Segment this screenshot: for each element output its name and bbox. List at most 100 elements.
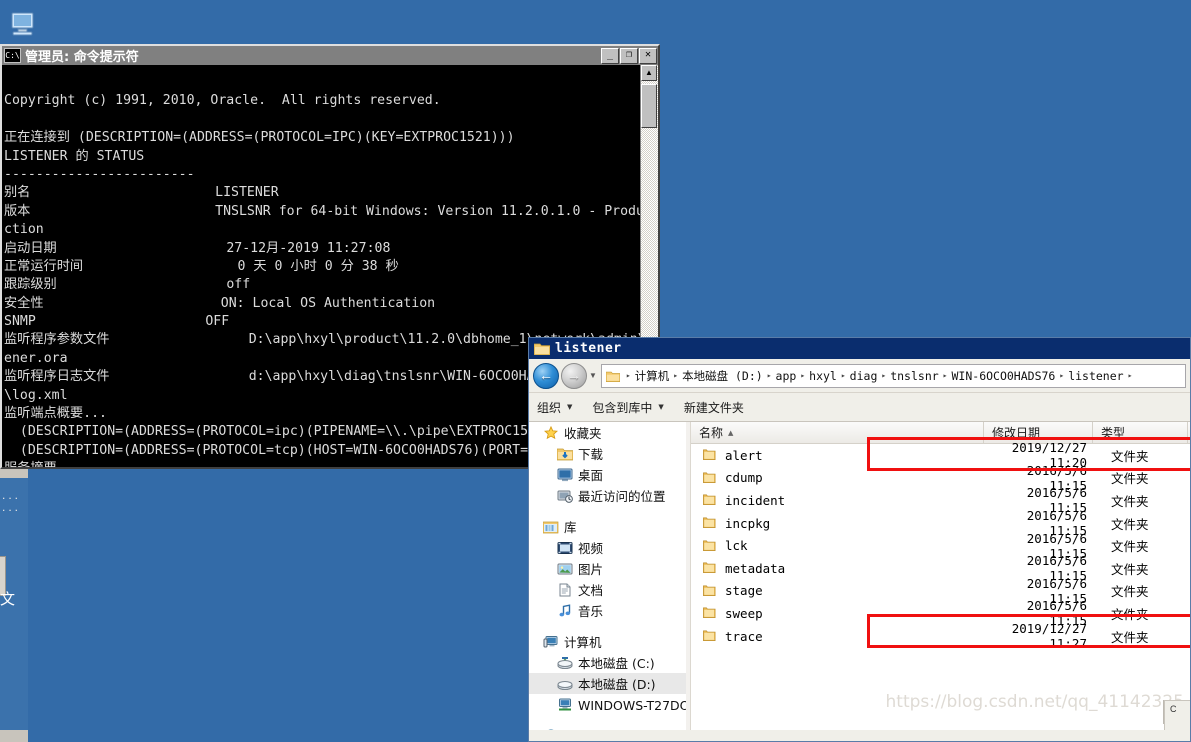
row-name-label: trace bbox=[725, 628, 763, 644]
nav-item-5[interactable]: 视频 bbox=[529, 537, 690, 558]
console-line-label: ener.ora bbox=[4, 350, 68, 366]
column-header-2[interactable]: 类型 bbox=[1093, 422, 1188, 443]
nav-item-2[interactable]: 桌面 bbox=[529, 464, 690, 485]
row-name-label: cdump bbox=[725, 470, 763, 486]
breadcrumb-item[interactable]: 计算机 bbox=[634, 368, 671, 384]
breadcrumb-separator[interactable]: ▸ bbox=[797, 371, 808, 380]
address-breadcrumb-input[interactable]: ▸ 计算机 ▸ 本地磁盘 (D:) ▸ app ▸ hxyl ▸ diag ▸ tnslsnr ▸ WI… bbox=[600, 363, 1186, 388]
breadcrumb-separator[interactable]: ▸ bbox=[670, 371, 681, 380]
table-row[interactable]: metadata 2016/5/6 11:15 文件夹 bbox=[691, 553, 1190, 583]
console-line-value: OFF bbox=[205, 314, 230, 330]
nav-item-3[interactable]: 最近访问的位置 bbox=[529, 485, 690, 506]
file-explorer-window[interactable]: listener ← → ▼ ▸ 计算机 ▸ 本地磁盘 (D:) ▸ app ▸ hxyl ▸… bbox=[528, 337, 1191, 742]
explorer-address-bar: ← → ▼ ▸ 计算机 ▸ 本地磁盘 (D:) ▸ app ▸ hxyl ▸ diag ▸ tnsl… bbox=[529, 359, 1190, 393]
breadcrumb-separator[interactable]: ▸ bbox=[838, 371, 849, 380]
breadcrumb-item[interactable]: 本地磁盘 (D:) bbox=[681, 368, 764, 384]
console-line: 正常运行时间 0 天 0 小时 0 分 38 秒 bbox=[4, 258, 640, 276]
breadcrumb-separator[interactable]: ▸ bbox=[878, 371, 889, 380]
forward-button[interactable]: → bbox=[561, 362, 587, 389]
scroll-up-arrow-icon[interactable]: ▲ bbox=[641, 65, 657, 81]
column-header-label: 名称 bbox=[699, 426, 724, 440]
computer-desktop-icon[interactable] bbox=[6, 8, 40, 42]
toolbar-button-2[interactable]: 新建文件夹 bbox=[684, 399, 744, 416]
folder-icon bbox=[702, 539, 717, 553]
nav-item-7[interactable]: 文档 bbox=[529, 579, 690, 600]
nav-item-4[interactable]: 库 bbox=[529, 516, 690, 537]
toolbar-button-label: 包含到库中 bbox=[592, 400, 653, 415]
explorer-navigation-pane[interactable]: 收藏夹 下载 桌面最近访问的位置库视频图片 文档 音乐计算机本地磁盘 (C:) 本地磁盘 … bbox=[529, 422, 691, 730]
breadcrumb-item[interactable]: tnslsnr bbox=[889, 369, 939, 383]
explorer-titlebar[interactable]: listener bbox=[529, 338, 1190, 359]
table-row[interactable]: incpkg 2016/5/6 11:15 文件夹 bbox=[691, 508, 1190, 538]
recent-places-icon bbox=[557, 489, 573, 503]
row-date-cell: 2019/12/27 11:27 bbox=[1011, 621, 1087, 652]
breadcrumb-item[interactable]: WIN-6OCO0HADS76 bbox=[951, 369, 1057, 383]
table-row[interactable]: incident 2016/5/6 11:15 文件夹 bbox=[691, 485, 1190, 515]
console-line-value: TNSLSNR for 64-bit Windows: Version 11.2… bbox=[215, 203, 640, 219]
navigation-pane-scrollbar[interactable] bbox=[686, 422, 690, 730]
table-row[interactable]: stage 2016/5/6 11:15 文件夹 bbox=[691, 576, 1190, 606]
explorer-file-list[interactable]: 名称 ▲ 修改日期 类型 alert 2019/12/27 11:20 文件夹 cdump 2… bbox=[691, 422, 1190, 730]
console-line-value: 0 天 0 小时 0 分 38 秒 bbox=[237, 258, 399, 274]
breadcrumb-item[interactable]: app bbox=[775, 369, 798, 383]
nav-item-10[interactable]: 本地磁盘 (C:) bbox=[529, 652, 690, 673]
console-line-label: LISTENER 的 STATUS bbox=[4, 148, 145, 164]
breadcrumb-separator[interactable]: ▸ bbox=[1125, 371, 1136, 380]
minimize-button[interactable]: _ bbox=[601, 47, 619, 64]
breadcrumb-item[interactable]: hxyl bbox=[808, 369, 838, 383]
chevron-down-icon[interactable]: ▼ bbox=[658, 403, 663, 411]
nav-item-9[interactable]: 计算机 bbox=[529, 631, 690, 652]
table-row[interactable]: alert 2019/12/27 11:20 文件夹 bbox=[691, 440, 1190, 470]
chevron-down-icon[interactable]: ▼ bbox=[567, 403, 572, 411]
console-line: 版本 TNSLSNR for 64-bit Windows: Version 11… bbox=[4, 203, 640, 221]
maximize-button[interactable]: ❐ bbox=[620, 47, 638, 64]
downloads-folder-icon bbox=[556, 447, 574, 461]
toolbar-button-0[interactable]: 组织 ▼ bbox=[537, 399, 572, 416]
column-header-0[interactable]: 名称 ▲ bbox=[691, 422, 984, 443]
computer-icon bbox=[543, 635, 559, 649]
table-row[interactable]: trace 2019/12/27 11:27 文件夹 bbox=[691, 621, 1190, 651]
console-line-label: 跟踪级别 bbox=[4, 277, 57, 293]
row-name-cell[interactable]: stage bbox=[691, 583, 984, 598]
breadcrumb-separator[interactable]: ▸ bbox=[764, 371, 775, 380]
command-prompt-titlebar[interactable]: C:\ 管理员: 命令提示符 _ ❐ ✕ bbox=[2, 46, 658, 65]
table-row[interactable]: lck 2016/5/6 11:15 文件夹 bbox=[691, 531, 1190, 561]
row-name-cell[interactable]: alert bbox=[691, 448, 984, 463]
nav-item-11[interactable]: 本地磁盘 (D:) bbox=[529, 673, 690, 694]
back-button[interactable]: ← bbox=[533, 362, 559, 389]
breadcrumb-separator[interactable]: ▸ bbox=[940, 371, 951, 380]
system-menu-icon[interactable]: C:\ bbox=[4, 48, 21, 63]
nav-item-12[interactable]: WINDOWS-T27DODU 上 bbox=[529, 694, 690, 715]
file-list-rows[interactable]: alert 2019/12/27 11:20 文件夹 cdump 2016/5/6 11… bbox=[691, 440, 1190, 651]
row-name-cell[interactable]: incident bbox=[691, 493, 984, 508]
row-name-label: sweep bbox=[725, 605, 763, 621]
table-row[interactable]: sweep 2016/5/6 11:15 文件夹 bbox=[691, 598, 1190, 628]
table-row[interactable]: cdump 2016/5/6 11:15 文件夹 bbox=[691, 463, 1190, 493]
nav-item-13[interactable]: 网络 bbox=[529, 725, 690, 730]
row-name-cell[interactable]: trace bbox=[691, 629, 984, 644]
breadcrumb-item[interactable]: diag bbox=[849, 369, 879, 383]
toolbar-button-1[interactable]: 包含到库中 ▼ bbox=[592, 399, 663, 416]
breadcrumb-item[interactable]: listener bbox=[1067, 369, 1124, 383]
scrollbar-thumb[interactable] bbox=[641, 84, 657, 128]
row-name-cell[interactable]: cdump bbox=[691, 470, 984, 485]
nav-item-label: 库 bbox=[564, 520, 577, 535]
row-name-label: lck bbox=[725, 538, 748, 554]
breadcrumb-separator[interactable]: ▸ bbox=[1056, 371, 1067, 380]
row-name-cell[interactable]: sweep bbox=[691, 606, 984, 621]
nav-item-label: 最近访问的位置 bbox=[578, 489, 666, 504]
recent-pages-chevron-icon[interactable]: ▼ bbox=[589, 371, 597, 380]
row-name-cell[interactable]: incpkg bbox=[691, 516, 984, 531]
nav-item-1[interactable]: 下载 bbox=[529, 443, 690, 464]
breadcrumb-separator[interactable]: ▸ bbox=[623, 371, 634, 380]
row-name-cell[interactable]: lck bbox=[691, 538, 984, 553]
nav-item-8[interactable]: 音乐 bbox=[529, 600, 690, 621]
nav-item-label: 视频 bbox=[578, 541, 604, 556]
nav-item-6[interactable]: 图片 bbox=[529, 558, 690, 579]
nav-item-0[interactable]: 收藏夹 bbox=[529, 422, 690, 443]
row-name-label: incpkg bbox=[725, 515, 771, 531]
row-name-cell[interactable]: metadata bbox=[691, 561, 984, 576]
close-button[interactable]: ✕ bbox=[639, 47, 657, 64]
nav-item-label: 计算机 bbox=[564, 635, 602, 650]
